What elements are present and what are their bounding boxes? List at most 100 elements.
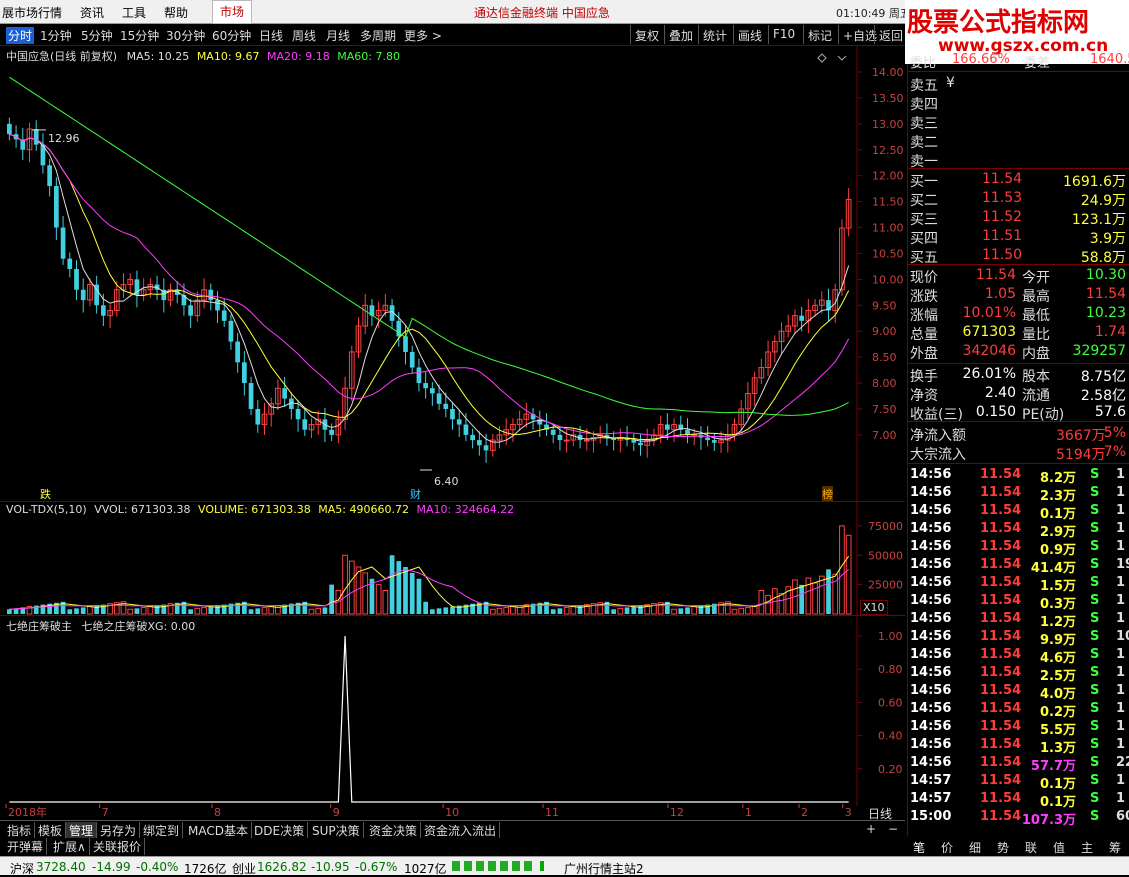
tick-row: 14:56 11.54 1.5万 S 1 [910,575,1129,594]
menu-tools[interactable]: 工具 [122,4,146,21]
period-intraday[interactable]: 分时 [6,27,35,44]
period-monthly[interactable]: 月线 [326,27,350,44]
tab-fund-flow[interactable]: 资金流入流出 [421,822,501,839]
vol-bar [140,606,147,615]
tick-count: 1 [1116,485,1126,500]
fund-value: 26.01% [962,366,1016,382]
tab-bind-to[interactable]: 绑定到 [140,822,184,839]
candle-body [7,123,12,135]
tick-side: S [1090,791,1100,806]
zoom-out-button[interactable]: − [888,822,898,836]
vol-bar [496,607,503,615]
market-tab[interactable]: 市场 [212,0,252,24]
menu-news[interactable]: 资讯 [80,4,104,21]
tick-side: S [1090,539,1100,554]
toolbar-adjust-button[interactable]: 复权 [630,25,663,44]
qtab-link[interactable]: 联 [1025,839,1037,856]
x-tick-label: 1 [745,806,752,819]
period-15min[interactable]: 15分钟 [120,27,159,44]
candle-body [67,258,73,269]
period-1min[interactable]: 1分钟 [40,27,72,44]
vol-bar [403,567,408,614]
tab-related-quote[interactable]: 关联报价 [90,838,146,855]
qtab-detail[interactable]: 细 [969,839,981,856]
tab-dde[interactable]: DDE决策 [251,822,309,839]
qtab-main[interactable]: 主 [1081,839,1093,856]
marker-drop[interactable]: 跌 [40,486,51,502]
vol-ma10-line [9,568,849,610]
stat-row: 现价 11.54 今开 10.30 [910,267,1128,286]
toolbar-f10-button[interactable]: F10 [768,25,799,44]
tick-price: 11.54 [980,539,1022,554]
tick-row: 14:56 11.54 0.1万 S 1 [910,503,1129,522]
price-tick-label: 7.50 [872,403,897,416]
tab-danmaku[interactable]: 开弹幕 [4,838,48,855]
candle-body [329,429,334,435]
toolbar-overlay-button[interactable]: 叠加 [664,25,697,44]
x-tick-label: 8 [214,806,221,819]
menu-market[interactable]: 展市场行情 [2,4,62,21]
vol-bar [631,606,637,614]
toolbar-stats-button[interactable]: 统计 [698,25,731,44]
flow-pct: 7% [1103,444,1126,460]
stat-value: 10.01% [962,305,1016,321]
tab-macd[interactable]: MACD基本 [185,822,252,839]
tick-row: 14:56 11.54 2.9万 S 1 [910,521,1129,540]
qtab-price[interactable]: 价 [941,839,953,856]
vol-bar [7,609,12,614]
buy-label: 买三 [910,212,938,228]
tick-count: 1 [1116,701,1126,716]
period-5min[interactable]: 5分钟 [81,27,113,44]
period-60min[interactable]: 60分钟 [212,27,251,44]
vol-bar [758,590,765,615]
app-title: 通达信金融终端 中国应急 [474,6,610,20]
tick-row: 14:56 11.54 1.3万 S 1 [910,737,1129,756]
menu-help[interactable]: 帮助 [164,4,188,21]
tab-fund-decision[interactable]: 资金决策 [366,822,422,839]
indicator-panel[interactable]: 七绝庄筹破主 七绝之庄筹破XG: 0.00 1.00 0.80 0.60 0.40 0.… [0,615,905,806]
tab-manage[interactable]: 管理 [66,822,98,839]
vol-tick-label: 75000 [868,520,903,533]
flow-value: 5194万 [1056,447,1106,463]
candle-body [450,408,455,420]
price-tick-label: 9.50 [872,299,897,312]
ind-tick-label: 0.20 [878,763,903,776]
period-multi[interactable]: 多周期 [360,27,396,44]
tab-expand[interactable]: 扩展∧ [50,838,90,855]
toolbar-mark-button[interactable]: 标记 [803,25,836,44]
tab-indicator[interactable]: 指标 [4,822,36,839]
vol-bar [268,605,275,615]
period-weekly[interactable]: 周线 [292,27,316,44]
stat-value: 11.54 [975,267,1016,283]
price-tick-label: 12.50 [872,144,904,157]
qtab-chips[interactable]: 筹 [1109,839,1121,856]
zoom-in-button[interactable]: + [866,822,876,836]
period-daily[interactable]: 日线 [259,27,283,44]
stat-value: 671303 [962,324,1016,340]
qtab-value[interactable]: 值 [1053,839,1065,856]
stat-label-2: 内盘 [1022,346,1050,362]
tick-side: S [1090,557,1100,572]
tick-time: 14:56 [910,737,952,752]
tab-save-as[interactable]: 另存为 [97,822,141,839]
tick-count: 1 [1116,719,1126,734]
fund-value-2: 2.58亿 [1080,388,1126,404]
marker-rank[interactable]: 榜 [822,486,833,502]
tab-template[interactable]: 模板 [35,822,67,839]
period-30min[interactable]: 30分钟 [166,27,205,44]
qtab-trend[interactable]: 势 [997,839,1009,856]
tick-row: 14:56 11.54 0.2万 S 1 [910,701,1129,720]
period-more[interactable]: 更多 > [404,27,442,44]
marker-finance[interactable]: 财 [410,486,421,502]
tick-side: S [1090,809,1100,824]
candle-body [47,165,52,187]
volume-panel[interactable]: VOL-TDX(5,10) VVOL: 671303.38 VOLUME: 67… [0,501,905,616]
cy-index-pct: -0.67% [355,860,398,874]
tab-sup[interactable]: SUP决策 [309,822,364,839]
label-low: 6.40 [434,475,459,488]
toolbar-back-button[interactable]: 返回 [874,25,907,44]
qtab-trades[interactable]: 笔 [913,839,925,856]
price-chart-panel[interactable]: 中国应急(日线 前复权) MA5: 10.25 MA10: 9.67 MA20:… [0,46,905,502]
toolbar-draw-button[interactable]: 画线 [733,25,766,44]
tick-price: 11.54 [980,575,1022,590]
